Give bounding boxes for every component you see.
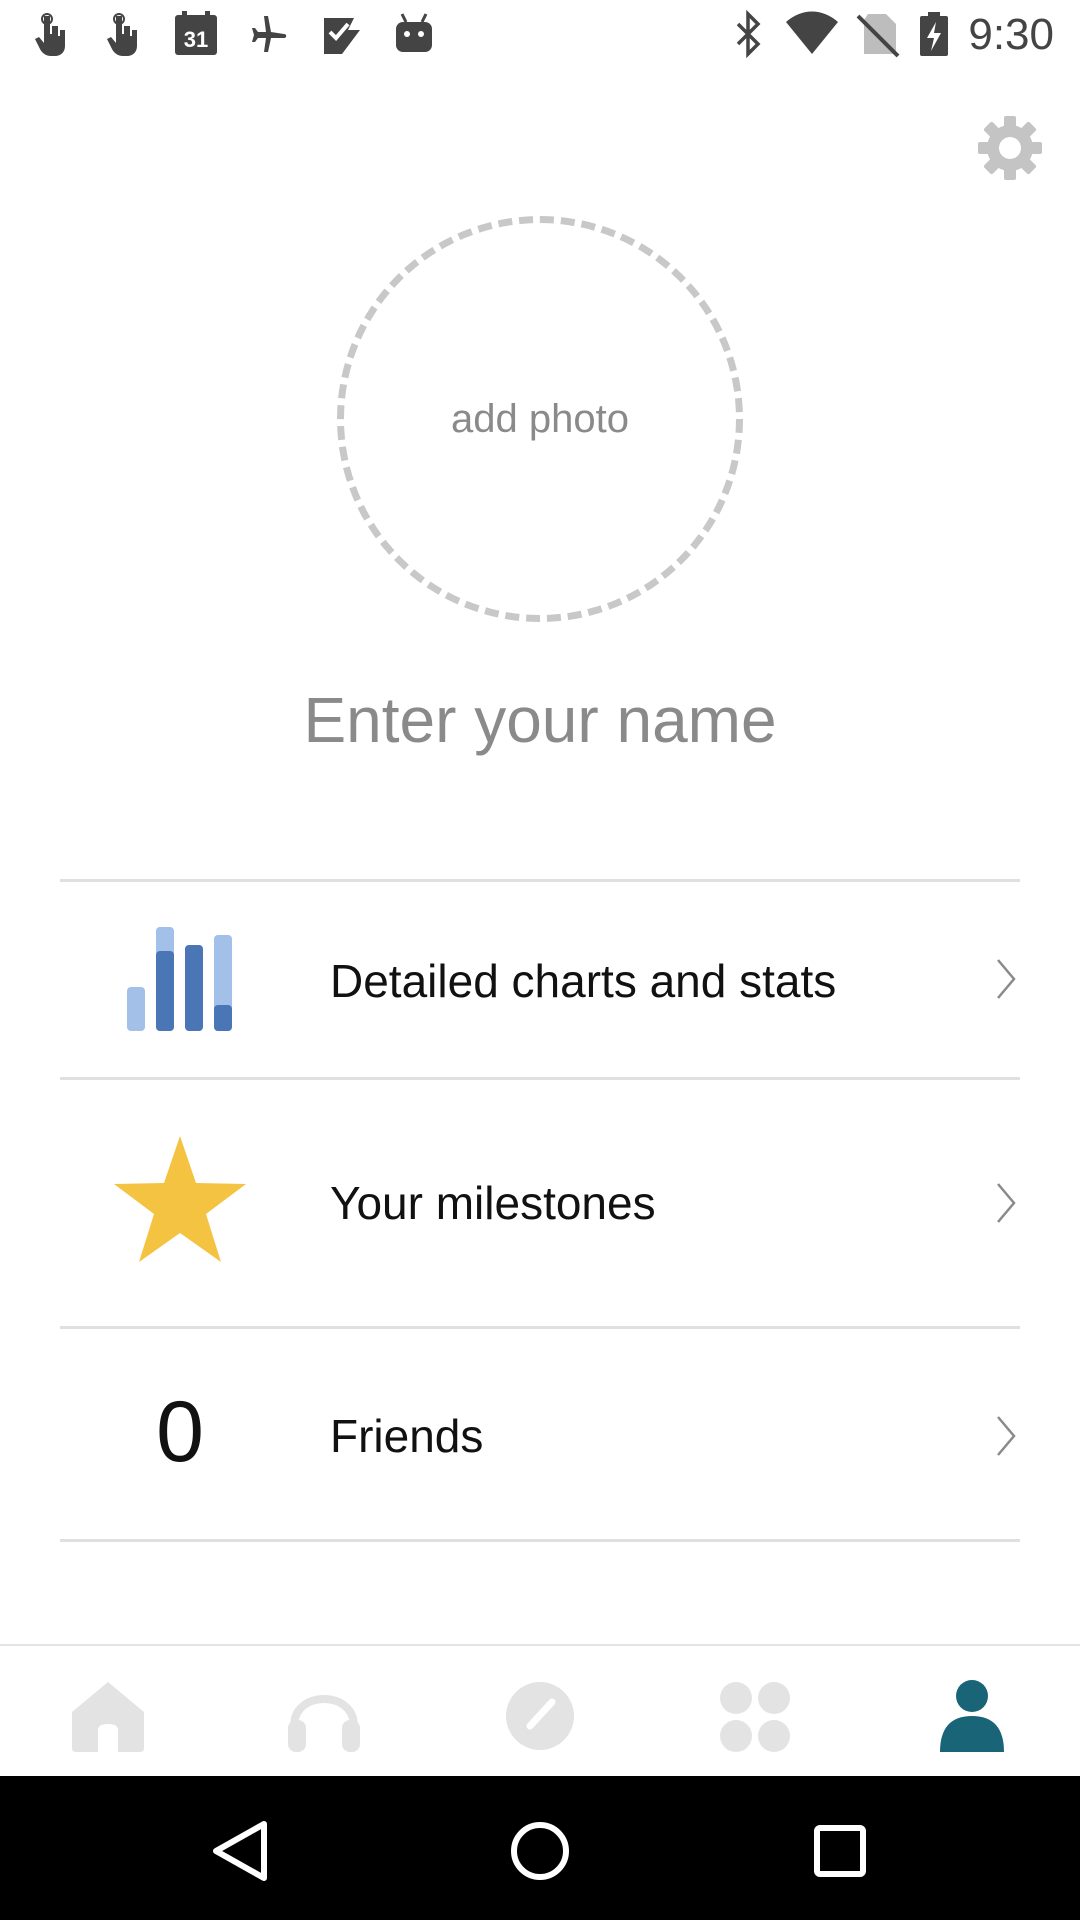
calendar-day: 31 — [184, 27, 208, 52]
touch-icon — [35, 13, 65, 56]
star-icon — [110, 1130, 250, 1270]
friends-count: 0 — [156, 1383, 204, 1480]
check-icon — [324, 18, 360, 54]
system-nav-bar — [0, 1776, 1080, 1920]
home-icon[interactable] — [68, 1676, 148, 1756]
battery-charging-icon — [920, 12, 948, 56]
no-sim-icon — [856, 14, 900, 58]
milestones-row[interactable]: Your milestones — [60, 1080, 1020, 1326]
milestones-label: Your milestones — [330, 1177, 656, 1229]
friends-row[interactable]: 0 Friends — [60, 1329, 1020, 1539]
airplane-icon — [252, 16, 287, 52]
chevron-right-icon — [997, 959, 1016, 999]
speedometer-icon[interactable] — [500, 1676, 580, 1756]
add-photo-button[interactable]: add photo — [337, 216, 743, 622]
headphones-icon[interactable] — [284, 1676, 364, 1756]
divider — [60, 1539, 1020, 1542]
friends-count-container: 0 — [110, 1377, 250, 1487]
friends-label: Friends — [330, 1410, 484, 1462]
touch-icon — [107, 13, 137, 56]
chart-bars-icon — [110, 924, 250, 1034]
status-time: 9:30 — [968, 10, 1054, 59]
back-icon[interactable] — [206, 1816, 276, 1886]
wifi-icon — [786, 11, 838, 54]
chevron-right-icon — [997, 1416, 1016, 1456]
name-input[interactable] — [140, 670, 940, 770]
recents-icon[interactable] — [805, 1816, 875, 1886]
bluetooth-icon — [736, 10, 761, 58]
charts-stats-row[interactable]: Detailed charts and stats — [60, 882, 1020, 1077]
charts-stats-label: Detailed charts and stats — [330, 955, 837, 1007]
bottom-nav — [0, 1644, 1080, 1776]
profile-icon[interactable] — [932, 1676, 1012, 1756]
home-button-icon[interactable] — [505, 1816, 575, 1886]
calendar-icon: 31 — [175, 11, 217, 55]
settings-gear-icon[interactable] — [974, 112, 1046, 184]
grid-icon[interactable] — [716, 1676, 796, 1756]
chevron-right-icon — [997, 1183, 1016, 1223]
status-bar: 31 9:30 — [0, 0, 1080, 75]
android-icon — [396, 13, 432, 52]
add-photo-label: add photo — [451, 396, 629, 441]
